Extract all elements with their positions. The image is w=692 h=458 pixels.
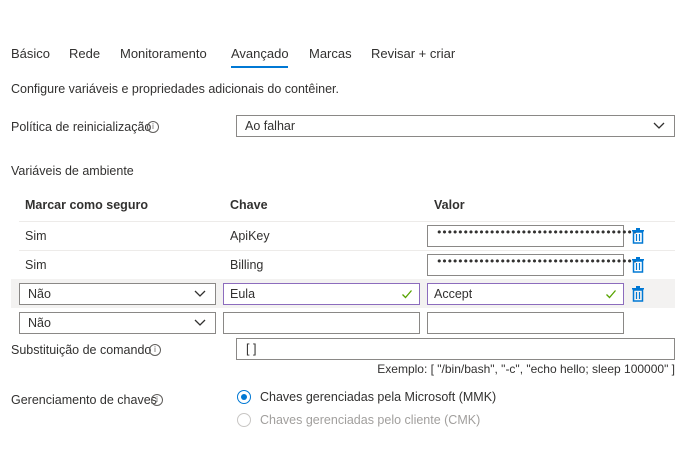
key-input[interactable]: Eula — [223, 283, 420, 305]
row-divider — [19, 221, 675, 222]
key-input-value: Eula — [230, 287, 256, 301]
tab-revisar-criar[interactable]: Revisar + criar — [371, 46, 455, 61]
secure-value: Sim — [25, 258, 47, 272]
row-divider — [19, 250, 675, 251]
restart-policy-label: Política de reinicialização — [11, 120, 152, 134]
info-icon[interactable]: i — [151, 394, 163, 406]
radio-cmk[interactable] — [237, 413, 251, 427]
value-password-field[interactable]: •••••••••••••••••••••••••••••••••••••• — [427, 225, 638, 247]
trash-icon[interactable] — [631, 257, 645, 273]
active-tab-indicator — [231, 66, 288, 68]
tab-basico[interactable]: Básico — [11, 46, 50, 61]
tab-marcas[interactable]: Marcas — [309, 46, 352, 61]
value-input[interactable]: Accept — [427, 283, 624, 305]
check-icon — [402, 290, 412, 299]
key-management-label: Gerenciamento de chaves — [11, 393, 157, 407]
command-override-input[interactable]: [ ] — [236, 338, 675, 360]
info-icon[interactable]: i — [149, 344, 161, 356]
key-value: ApiKey — [230, 229, 270, 243]
command-override-value: [ ] — [246, 342, 257, 356]
radio-selected-dot — [240, 393, 247, 400]
masked-value: •••••••••••••••••••••••••••••••••••••• — [436, 226, 638, 239]
chevron-down-icon — [194, 319, 206, 326]
trash-icon[interactable] — [631, 228, 645, 244]
secure-dropdown-value: Não — [28, 316, 51, 330]
value-input-value: Accept — [434, 287, 473, 301]
chevron-down-icon — [653, 122, 665, 129]
restart-policy-value: Ao falhar — [245, 119, 296, 133]
info-icon[interactable]: i — [147, 121, 159, 133]
column-header-secure: Marcar como seguro — [25, 198, 148, 212]
restart-policy-dropdown[interactable]: Ao falhar — [236, 115, 675, 137]
value-input[interactable] — [427, 312, 624, 334]
chevron-down-icon — [194, 290, 206, 297]
section-description: Configure variáveis e propriedades adici… — [11, 82, 339, 96]
secure-dropdown-value: Não — [28, 287, 51, 301]
key-input[interactable] — [223, 312, 420, 334]
check-icon — [606, 290, 616, 299]
key-value: Billing — [230, 258, 264, 272]
masked-value: •••••••••••••••••••••••••••••••••••••• — [436, 255, 638, 268]
radio-mmk[interactable] — [237, 390, 251, 404]
column-header-value: Valor — [434, 198, 465, 212]
column-header-key: Chave — [230, 198, 268, 212]
tab-monitoramento[interactable]: Monitoramento — [120, 46, 207, 61]
tab-rede[interactable]: Rede — [69, 46, 100, 61]
radio-mmk-label[interactable]: Chaves gerenciadas pela Microsoft (MMK) — [260, 390, 496, 404]
trash-icon[interactable] — [631, 286, 645, 302]
command-override-hint: Exemplo: [ "/bin/bash", "-c", "echo hell… — [377, 362, 675, 376]
secure-value: Sim — [25, 229, 47, 243]
value-password-field[interactable]: •••••••••••••••••••••••••••••••••••••• — [427, 254, 638, 276]
secure-dropdown[interactable]: Não — [19, 283, 216, 305]
env-vars-label: Variáveis de ambiente — [11, 164, 134, 178]
radio-cmk-label[interactable]: Chaves gerenciadas pelo cliente (CMK) — [260, 413, 480, 427]
command-override-label: Substituição de comando — [11, 343, 152, 357]
tab-avancado[interactable]: Avançado — [231, 46, 289, 61]
secure-dropdown[interactable]: Não — [19, 312, 216, 334]
